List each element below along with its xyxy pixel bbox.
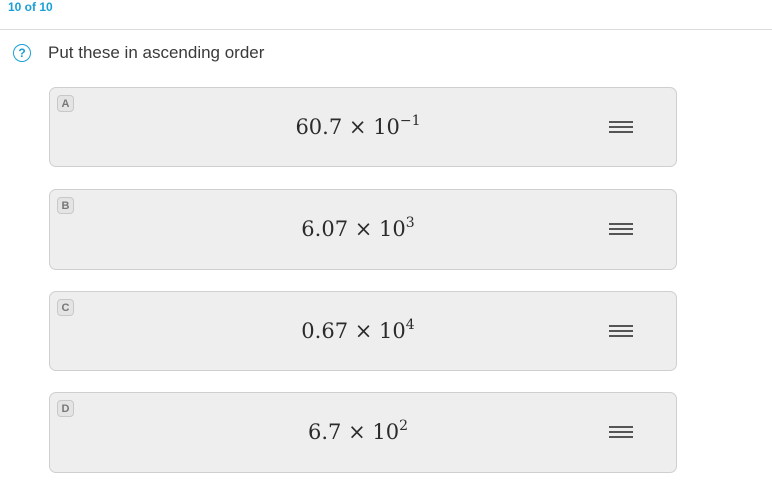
drag-handle-icon[interactable] [609, 121, 633, 135]
option-card-a[interactable]: A 60.7 × 10−1 [49, 87, 677, 167]
base: 10 [379, 217, 406, 241]
header-divider [0, 29, 772, 30]
question-counter: 10 of 10 [8, 0, 53, 14]
times-sign: × [348, 420, 366, 444]
option-expression: 6.7 × 102 [50, 418, 676, 444]
option-expression: 60.7 × 10−1 [50, 113, 676, 139]
mantissa: 6.7 [307, 420, 342, 444]
drag-handle-icon[interactable] [609, 325, 633, 339]
times-sign: × [354, 319, 373, 343]
base: 10 [372, 420, 400, 444]
mantissa: 6.07 [301, 217, 349, 241]
exponent: 3 [405, 215, 415, 231]
exponent: 4 [405, 317, 415, 333]
option-card-d[interactable]: D 6.7 × 102 [49, 392, 677, 473]
option-expression: 0.67 × 104 [50, 317, 676, 343]
exponent: 2 [399, 418, 409, 434]
base: 10 [379, 319, 406, 343]
exponent: −1 [399, 113, 421, 129]
drag-handle-icon[interactable] [609, 426, 633, 440]
help-circle-icon[interactable]: ? [13, 44, 31, 62]
option-letter-badge: B [57, 197, 74, 214]
mantissa: 60.7 [295, 115, 343, 139]
option-letter-badge: C [57, 299, 74, 316]
base: 10 [373, 115, 400, 139]
times-sign: × [348, 115, 367, 139]
option-card-b[interactable]: B 6.07 × 103 [49, 189, 677, 270]
option-letter-badge: A [57, 95, 74, 112]
option-card-c[interactable]: C 0.67 × 104 [49, 291, 677, 371]
mantissa: 0.67 [301, 319, 349, 343]
drag-handle-icon[interactable] [609, 223, 633, 237]
option-expression: 6.07 × 103 [50, 215, 676, 241]
option-letter-badge: D [57, 400, 74, 417]
question-prompt: ? Put these in ascending order [13, 43, 264, 63]
question-text: Put these in ascending order [48, 43, 265, 62]
ordering-list: A 60.7 × 10−1 B 6.07 × 103 C 0.67 × 104 … [49, 87, 677, 495]
times-sign: × [354, 217, 373, 241]
